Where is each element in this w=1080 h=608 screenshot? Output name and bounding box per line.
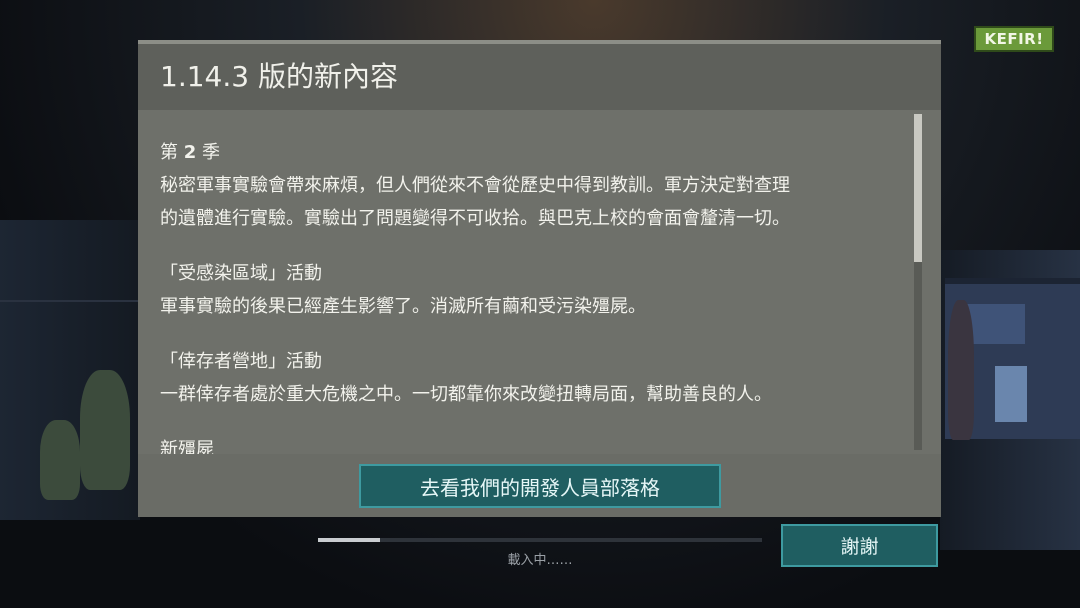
section-text: 的遺體進行實驗。實驗出了問題變得不可收拾。與巴克上校的會面會釐清一切。 <box>160 208 790 229</box>
dev-blog-button[interactable]: 去看我們的開發人員部落格 <box>359 464 721 508</box>
section-heading: 「倖存者營地」活動 <box>160 351 322 372</box>
loading-progress-fill <box>318 538 381 542</box>
zombie-figure <box>80 370 130 490</box>
zombie-figure <box>40 420 80 500</box>
changelog-section: 第 2 季 秘密軍事實驗會帶來麻煩，但人們從來不會從歷史中得到教訓。軍方決定對查… <box>160 136 908 235</box>
changelog-text: 第 2 季 秘密軍事實驗會帶來麻煩，但人們從來不會從歷史中得到教訓。軍方決定對查… <box>160 136 908 454</box>
section-text: 軍事實驗的後果已經產生影響了。消滅所有繭和受污染殭屍。 <box>160 296 646 317</box>
section-heading: 第 2 季 <box>160 142 220 163</box>
dialog-footer: 去看我們的開發人員部落格 <box>138 454 941 517</box>
loading-progress-bar <box>318 538 762 542</box>
scrollbar-thumb[interactable] <box>914 114 922 262</box>
changelog-section: 「受感染區域」活動 軍事實驗的後果已經產生影響了。消滅所有繭和受污染殭屍。 <box>160 257 908 323</box>
changelog-content[interactable]: 第 2 季 秘密軍事實驗會帶來麻煩，但人們從來不會從歷史中得到教訓。軍方決定對查… <box>138 110 941 454</box>
section-heading: 新殭屍 <box>160 439 214 454</box>
section-text: 一群倖存者處於重大危機之中。一切都靠你來改變扭轉局面，幫助善良的人。 <box>160 384 772 405</box>
dialog-title: 1.14.3 版的新內容 <box>138 44 941 110</box>
kefir-logo: KEFIR! <box>974 26 1054 52</box>
building-door <box>995 366 1027 422</box>
section-text: 秘密軍事實驗會帶來麻煩，但人們從來不會從歷史中得到教訓。軍方決定對查理 <box>160 175 790 196</box>
zombie-figure <box>948 300 974 440</box>
background-fence <box>0 300 140 302</box>
thanks-button[interactable]: 謝謝 <box>781 524 938 567</box>
whats-new-dialog: 1.14.3 版的新內容 第 2 季 秘密軍事實驗會帶來麻煩，但人們從來不會從歷… <box>138 40 941 517</box>
changelog-section: 新殭屍 <box>160 433 908 454</box>
section-heading: 「受感染區域」活動 <box>160 263 322 284</box>
loading-text: 載入中…… <box>507 553 573 568</box>
changelog-section: 「倖存者營地」活動 一群倖存者處於重大危機之中。一切都靠你來改變扭轉局面，幫助善… <box>160 345 908 411</box>
content-scrollbar[interactable] <box>914 114 922 450</box>
